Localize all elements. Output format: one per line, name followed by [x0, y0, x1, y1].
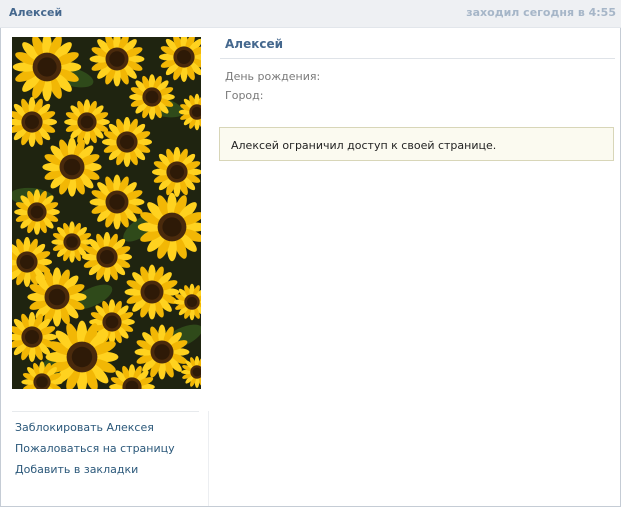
notice-text: Алексей ограничил доступ к своей страниц…: [231, 139, 497, 152]
city-label: Город:: [225, 89, 264, 102]
profile-name: Алексей: [225, 37, 284, 51]
sunflowers-photo: [12, 37, 201, 389]
column-divider: [208, 411, 209, 506]
name-divider: [220, 58, 615, 59]
add-bookmark-link[interactable]: Добавить в закладки: [15, 463, 138, 476]
last-seen-status: заходил сегодня в 4:55: [466, 6, 616, 19]
birthday-label: День рождения:: [225, 70, 321, 83]
left-column-divider: [12, 411, 199, 412]
block-user-link[interactable]: Заблокировать Алексея: [15, 421, 154, 434]
access-restricted-notice: Алексей ограничил доступ к своей страниц…: [219, 127, 614, 161]
report-page-link[interactable]: Пожаловаться на страницу: [15, 442, 175, 455]
top-bar: Алексей заходил сегодня в 4:55: [0, 0, 621, 28]
topbar-user-name[interactable]: Алексей: [9, 6, 62, 19]
profile-photo[interactable]: [12, 37, 201, 389]
